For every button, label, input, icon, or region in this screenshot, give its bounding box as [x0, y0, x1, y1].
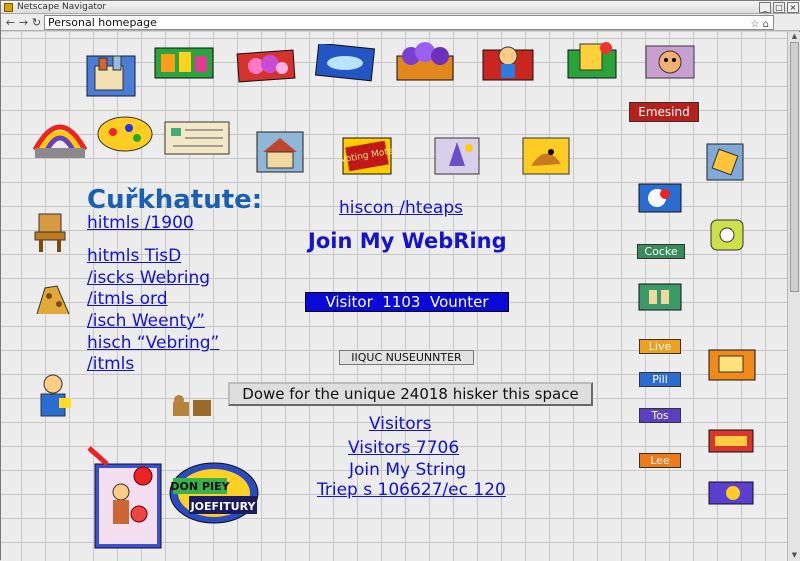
red-label-clipart-icon: [708, 429, 754, 453]
page-content: Voting Mote DON PIEY JOEFITURY Cuřkhatut…: [1, 32, 787, 561]
badge-text-2: JOEFITURY: [190, 500, 257, 513]
flower-badge-clipart-icon: [710, 219, 744, 251]
unique-hits-button[interactable]: Dowe for the unique 24018 hisker this sp…: [228, 382, 593, 406]
left-link-2[interactable]: hitmls TisD: [87, 246, 181, 266]
left-link-7[interactable]: /itmls: [87, 354, 134, 374]
address-text: Personal homepage: [48, 16, 157, 29]
purple-label-clipart-icon: [708, 481, 754, 505]
trips-link[interactable]: Triep s 106627/ec 120: [317, 480, 506, 500]
flower-pot-clipart-icon: [567, 42, 617, 79]
left-link-4[interactable]: /itmls ord: [87, 289, 168, 309]
visitors-link[interactable]: Visitors: [369, 414, 431, 434]
forward-icon[interactable]: →: [17, 16, 30, 29]
cocke-button[interactable]: Cocke: [637, 244, 685, 259]
left-link-5[interactable]: /isch Weenty”: [87, 311, 205, 331]
castle-clipart-icon: [86, 55, 136, 97]
emesind-button[interactable]: Emesind: [629, 102, 699, 122]
wizard-clipart-icon: [434, 137, 480, 175]
navigation-bar: ← → ↻ Personal homepage ☆ ⌂: [1, 14, 800, 31]
museum-counter-button[interactable]: IIQUC NUSEUNNTER: [339, 350, 474, 365]
browser-window: Netscape Navigator _ □ × ← → ↻ Personal …: [0, 0, 800, 561]
colorful-sign-clipart-icon: [154, 47, 214, 79]
visitors-count-link[interactable]: Visitors 7706: [348, 438, 459, 458]
camels-clipart-icon: [638, 283, 682, 311]
santa-clipart-icon: [638, 183, 682, 213]
app-icon: [4, 3, 13, 12]
sun-frame-clipart-icon: [706, 143, 744, 181]
cartoon-face-clipart-icon: [645, 45, 695, 79]
webring-title: Join My WebRing: [308, 229, 507, 253]
badge-clipart-icon: DON PIEY JOEFITURY: [169, 462, 259, 524]
visitor-counter: Visitor 1103 Vounter: [305, 292, 509, 312]
minimize-icon[interactable]: _: [759, 2, 771, 13]
chair-clipart-icon: [34, 213, 66, 252]
left-link-6[interactable]: hisch “Vebring”: [87, 333, 219, 353]
rainbow-arch-clipart-icon: [32, 124, 88, 158]
giraffe-clipart-icon: [36, 285, 70, 315]
vertical-scrollbar[interactable]: ▲ ▼: [787, 32, 800, 561]
back-icon[interactable]: ←: [4, 16, 17, 29]
horses-clipart-icon: [173, 395, 211, 416]
live-button[interactable]: Live: [639, 339, 681, 354]
reload-icon[interactable]: ↻: [30, 16, 43, 29]
yellow-ball-clipart-icon: [97, 116, 153, 152]
tos-button[interactable]: Tos: [639, 408, 681, 423]
cartoon-kid-clipart-icon: [482, 46, 534, 81]
tv-clipart-icon: [708, 349, 756, 381]
scrollbar-thumb[interactable]: [790, 42, 799, 292]
address-bar[interactable]: Personal homepage ☆ ⌂: [44, 15, 774, 30]
bird-clipart-icon: [522, 137, 570, 175]
voting-sign-clipart-icon: Voting Mote: [341, 137, 393, 175]
pill-button[interactable]: Pill: [639, 372, 681, 387]
boy-clipart-icon: [40, 374, 71, 417]
top-center-link[interactable]: hiscon /hteaps: [339, 198, 463, 218]
purple-flowers-clipart-icon: [396, 42, 454, 81]
badge-text-1: DON PIEY: [170, 480, 230, 493]
close-icon[interactable]: ×: [787, 2, 799, 13]
maximize-icon[interactable]: □: [773, 2, 785, 13]
bookmark-star-icon[interactable]: ☆ ⌂: [751, 18, 770, 31]
blue-sign-clipart-icon: [315, 44, 375, 82]
join-string-text: Join My String: [349, 460, 467, 480]
page-heading: Cuřkhatute:: [87, 185, 263, 215]
left-link-1[interactable]: hitmls /1900: [87, 213, 194, 233]
window-title: Netscape Navigator: [17, 2, 107, 12]
lee-button[interactable]: Lee: [639, 453, 681, 468]
note-card-clipart-icon: [164, 121, 230, 155]
girl-kite-clipart-icon: [87, 446, 162, 549]
title-bar: Netscape Navigator _ □ ×: [1, 1, 800, 14]
flowers-clipart-icon: [236, 49, 296, 83]
house-clipart-icon: [256, 131, 304, 173]
scroll-up-icon[interactable]: ▲: [788, 32, 800, 42]
left-link-3[interactable]: /iscks Webring: [87, 268, 210, 288]
